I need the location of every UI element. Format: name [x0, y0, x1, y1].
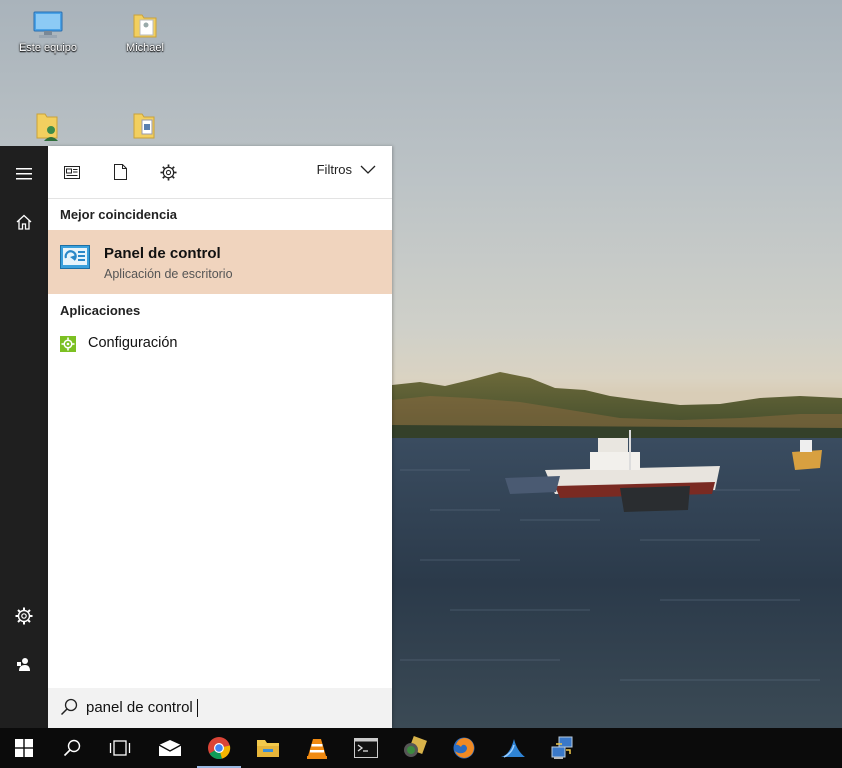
- apps-filter-button[interactable]: [60, 160, 84, 184]
- desktop-icon-label: Este equipo: [18, 42, 78, 54]
- search-panel-toolbar: Filtros: [48, 146, 392, 199]
- taskbar-vlc[interactable]: [293, 728, 341, 768]
- control-panel-icon: [60, 245, 90, 269]
- user-folder-icon: [36, 113, 58, 141]
- gear-icon: [159, 163, 177, 181]
- home-button[interactable]: [0, 202, 48, 242]
- filters-label: Filtros: [316, 162, 352, 177]
- taskbar-search-button[interactable]: [48, 728, 96, 768]
- hamburger-menu-button[interactable]: [0, 154, 48, 194]
- taskbar-network-tool[interactable]: [391, 728, 439, 768]
- search-input[interactable]: [86, 696, 376, 718]
- search-icon: [63, 739, 81, 757]
- task-view-icon: [109, 740, 131, 756]
- task-view-button[interactable]: [96, 728, 144, 768]
- settings-gear-icon: [60, 336, 76, 352]
- file-explorer-icon: [257, 740, 279, 757]
- desktop-icon-michael[interactable]: Michael: [105, 10, 185, 54]
- apps-heading: Aplicaciones: [60, 303, 141, 318]
- document-folder-icon: [133, 113, 155, 139]
- taskbar-chrome[interactable]: [195, 728, 243, 768]
- computer-icon: [33, 11, 63, 38]
- best-match-name: Panel de control: [104, 245, 221, 262]
- chrome-icon: [208, 737, 231, 760]
- taskbar-remote-desktop[interactable]: [538, 728, 586, 768]
- user-icon: [17, 658, 30, 671]
- start-menu-rail: [0, 146, 48, 728]
- terminal-icon: [354, 738, 378, 758]
- start-button[interactable]: [0, 728, 48, 768]
- home-icon: [16, 214, 32, 230]
- gear-icon: [15, 607, 33, 625]
- windows-start-icon: [15, 739, 33, 757]
- filters-dropdown[interactable]: Filtros: [317, 162, 376, 177]
- taskbar-wireshark[interactable]: [489, 728, 537, 768]
- taskbar-firefox[interactable]: [440, 728, 488, 768]
- vlc-icon: [307, 739, 327, 759]
- search-box[interactable]: [48, 688, 392, 728]
- desktop-icon-user-folder[interactable]: [8, 110, 88, 144]
- wireshark-icon: [501, 739, 525, 758]
- chevron-down-icon: [360, 165, 376, 174]
- search-icon: [60, 698, 78, 716]
- taskbar-mail[interactable]: [146, 728, 194, 768]
- desktop-icon-este-equipo[interactable]: Este equipo: [8, 10, 88, 54]
- app-window-icon: [64, 165, 80, 179]
- desktop-icon-label: Michael: [126, 42, 164, 54]
- app-result-configuracion[interactable]: Configuración: [48, 332, 392, 356]
- taskbar-terminal[interactable]: [342, 728, 390, 768]
- taskbar-file-explorer[interactable]: [244, 728, 292, 768]
- taskbar: [0, 728, 842, 768]
- app-result-name: Configuración: [88, 335, 178, 351]
- text-caret: [197, 699, 198, 717]
- network-tool-icon: [404, 736, 427, 757]
- document-icon: [113, 164, 127, 180]
- firefox-icon: [453, 737, 475, 759]
- settings-button[interactable]: [0, 596, 48, 636]
- best-match-heading: Mejor coincidencia: [60, 207, 178, 222]
- hamburger-menu-icon: [16, 168, 32, 180]
- best-match-result[interactable]: Panel de control Aplicación de escritori…: [48, 230, 392, 294]
- search-results-panel: Filtros Mejor coincidencia Panel de cont…: [48, 146, 392, 728]
- best-match-subtitle: Aplicación de escritorio: [104, 267, 233, 281]
- user-folder-icon: [133, 14, 157, 38]
- documents-filter-button[interactable]: [108, 160, 132, 184]
- mail-icon: [158, 740, 182, 756]
- remote-desktop-icon: [551, 736, 573, 759]
- desktop-icon-document-folder[interactable]: [105, 110, 185, 144]
- user-account-button[interactable]: [0, 644, 48, 684]
- settings-filter-button[interactable]: [156, 160, 180, 184]
